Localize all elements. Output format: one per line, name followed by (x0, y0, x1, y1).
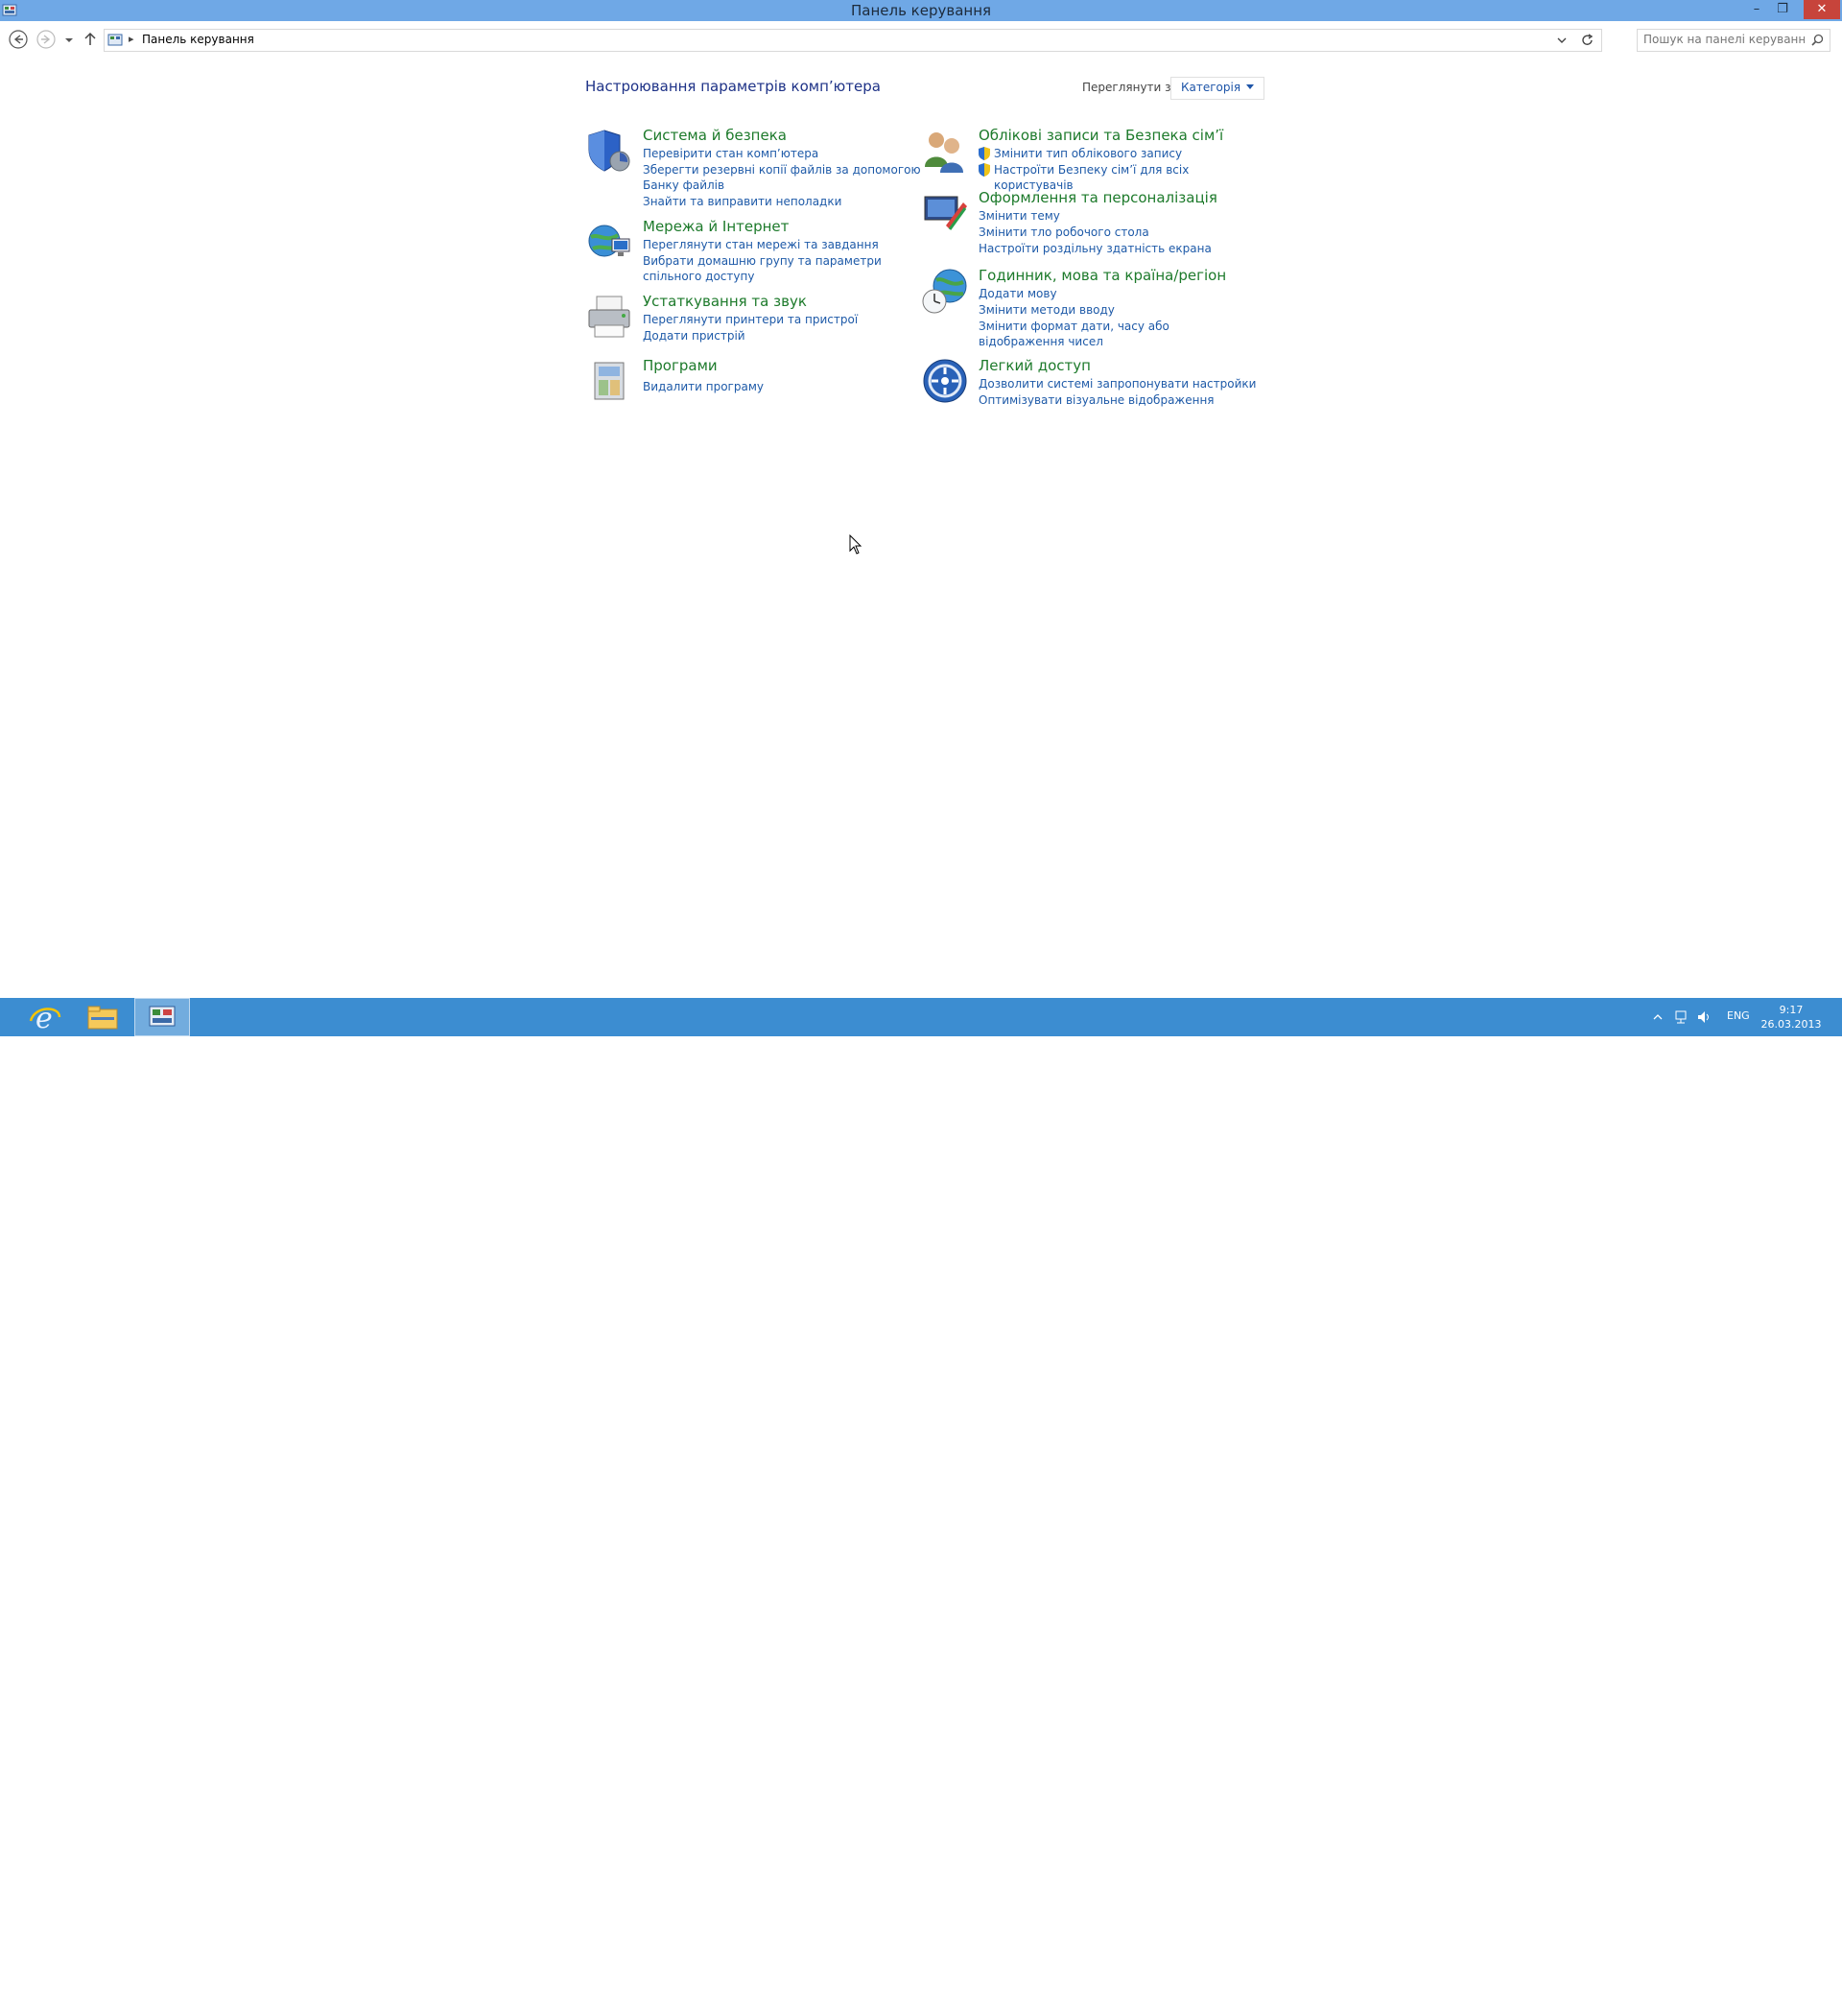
printer-icon[interactable] (585, 293, 633, 341)
category-title[interactable]: Мережа й Інтернет (643, 218, 789, 235)
category-title[interactable]: Оформлення та персоналізація (979, 189, 1217, 206)
search-icon[interactable] (1811, 34, 1824, 46)
file-explorer-button[interactable] (75, 998, 130, 1036)
control-panel-icon (149, 1006, 176, 1027)
internet-explorer-button[interactable]: e (17, 998, 73, 1036)
title-bar: Панель керування – ❐ ✕ (0, 0, 1842, 21)
link-network-status[interactable]: Переглянути стан мережі та завдання (643, 237, 921, 252)
personalization-icon[interactable] (921, 189, 969, 237)
category-title[interactable]: Облікові записи та Безпека сім’ї (979, 127, 1223, 144)
link-troubleshoot[interactable]: Знайти та виправити неполадки (643, 194, 921, 209)
network-globe-icon[interactable] (585, 218, 633, 266)
link-label: Настроїти Безпеку сім’ї для всіх користу… (994, 163, 1190, 192)
category-title[interactable]: Програми (643, 357, 718, 374)
svg-text:e: e (35, 1002, 53, 1035)
link-input-methods[interactable]: Змінити методи вводу (979, 302, 1257, 318)
taskbar: e The Collection Book ENG (0, 998, 1842, 2016)
language-indicator[interactable]: ENG (1727, 1009, 1750, 1025)
shield-icon[interactable] (585, 127, 633, 175)
link-label: Змінити тип облікового запису (994, 147, 1183, 160)
link-check-computer-status[interactable]: Перевірити стан комп’ютера (643, 146, 921, 161)
category-title[interactable]: Устаткування та звук (643, 293, 807, 310)
dropdown-caret-icon (1246, 84, 1255, 89)
link-date-time-format[interactable]: Змінити формат дати, часу або відображен… (979, 319, 1257, 349)
address-bar[interactable]: ▸ Панель керування (104, 29, 1602, 52)
uac-shield-icon (979, 147, 990, 160)
link-uninstall-program[interactable]: Видалити програму (643, 379, 921, 394)
uac-shield-icon (979, 163, 990, 177)
address-dropdown-chevron-icon[interactable] (1555, 33, 1569, 48)
refresh-icon[interactable] (1580, 32, 1595, 49)
page-title: Настроювання параметрів комп’ютера (585, 78, 881, 95)
link-file-history-backup[interactable]: Зберегти резервні копії файлів за допомо… (643, 162, 921, 193)
ease-of-access-icon[interactable] (921, 357, 969, 405)
recent-locations-chevron-icon[interactable] (61, 29, 77, 50)
category-title[interactable]: Система й безпека (643, 127, 787, 144)
mouse-cursor-icon (849, 534, 862, 555)
programs-icon[interactable] (585, 357, 633, 405)
back-button[interactable] (8, 29, 29, 50)
volume-icon[interactable] (1696, 1009, 1712, 1025)
users-icon[interactable] (921, 127, 969, 175)
restore-button[interactable]: ❐ (1770, 0, 1795, 19)
up-arrow-icon[interactable] (81, 29, 100, 50)
clock[interactable]: 9:17 26.03.2013 (1758, 1003, 1825, 1032)
clock-date: 26.03.2013 (1760, 1018, 1822, 1031)
window-title: Панель керування (850, 2, 992, 19)
search-input[interactable] (1643, 32, 1805, 47)
show-hidden-icons-icon[interactable] (1652, 1011, 1664, 1023)
internet-explorer-icon: e (29, 1002, 61, 1035)
close-button[interactable]: ✕ (1804, 0, 1840, 19)
watermark: The Collection Book (1604, 1996, 1776, 2016)
forward-button[interactable] (35, 29, 57, 50)
link-add-device[interactable]: Додати пристрій (643, 328, 921, 344)
control-panel-icon (107, 34, 123, 46)
search-box[interactable] (1637, 29, 1830, 52)
link-optimize-visual[interactable]: Оптимізувати візуальне відображення (979, 392, 1257, 408)
breadcrumb-separator-icon[interactable]: ▸ (129, 33, 134, 45)
link-change-background[interactable]: Змінити тло робочого стола (979, 225, 1257, 240)
breadcrumb[interactable]: Панель керування (142, 33, 254, 46)
link-change-account-type[interactable]: Змінити тип облікового запису (979, 146, 1257, 161)
minimize-button[interactable]: – (1744, 0, 1769, 19)
category-title[interactable]: Легкий доступ (979, 357, 1091, 374)
view-by-label: Переглянути за: (1082, 81, 1182, 94)
category-title[interactable]: Годинник, мова та країна/регіон (979, 267, 1226, 284)
network-tray-icon[interactable] (1673, 1009, 1688, 1025)
address-toolbar: ▸ Панель керування (0, 21, 1842, 58)
link-homegroup-sharing[interactable]: Вибрати домашню групу та параметри спіль… (643, 253, 921, 284)
clock-time: 9:17 (1779, 1004, 1804, 1016)
view-by-value: Категорія (1181, 81, 1241, 94)
link-screen-resolution[interactable]: Настроїти роздільну здатність екрана (979, 241, 1257, 256)
view-by-dropdown[interactable]: Категорія (1170, 77, 1265, 100)
link-devices-printers[interactable]: Переглянути принтери та пристрої (643, 312, 921, 327)
link-add-language[interactable]: Додати мову (979, 286, 1257, 301)
control-panel-taskbar-button[interactable] (134, 998, 190, 1036)
folder-icon (87, 1006, 118, 1030)
link-recommend-settings[interactable]: Дозволити системі запропонувати настройк… (979, 376, 1257, 391)
link-change-theme[interactable]: Змінити тему (979, 208, 1257, 224)
clock-globe-icon[interactable] (921, 267, 969, 315)
